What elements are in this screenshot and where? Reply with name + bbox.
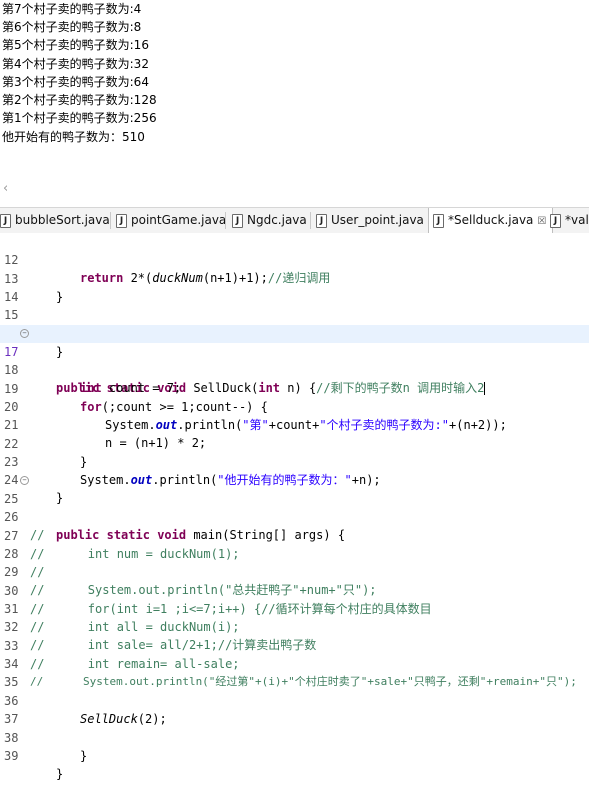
code-line: 36 SellDuck(2); [4,694,167,726]
console-line: 他开始有的鸭子数为：510 [2,130,145,144]
code-line: 13 } [4,272,64,304]
code-line: 21 n = (n+1) * 2; [4,418,207,450]
code-line: 24 } [4,473,64,505]
java-file-icon: J [232,213,243,228]
code-line: 25 − public static void main(String[] ar… [4,476,346,542]
close-tab-icon[interactable]: ☒ [537,216,546,227]
console-output: 第7个村子卖的鸭子数为:4 第6个村子卖的鸭子数为:8 第5个村子卖的鸭子数为:… [0,0,589,148]
code-line: 15 [0,288,589,322]
code-line: 32 // int sale= all/2+1;//计算卖出鸭子数 [4,620,317,652]
editor-tab-bar: JbubbleSort.java JpointGame.java J Ngdc.j… [0,207,589,234]
java-file-icon: J [316,213,327,228]
code-line: 12 return 2*(duckNum(n+1)+1);//递归调用 [4,253,331,285]
tab-ngdc[interactable]: J Ngdc.java [232,208,307,233]
tab-label: bubbleSort.java [15,213,110,227]
code-line-current: 17 − public static void SellDuck(int n) … [0,325,589,395]
console-line: 第5个村子卖的鸭子数为:16 [2,38,149,52]
console-line: 第2个村子卖的鸭子数为:128 [2,93,157,107]
tab-divider [310,212,311,229]
code-line: 14 [0,270,589,304]
code-line: 19 for(;count >= 1;count--) { [4,382,268,414]
code-line: 35 [0,655,589,689]
line-number: 39 [4,749,19,763]
code-line: 29 // System.out.println("总共赶鸭子"+num+"只"… [4,565,377,597]
fold-toggle-icon[interactable]: − [20,476,29,485]
java-file-icon: J [116,213,127,228]
tab-valley[interactable]: J *valle [550,208,589,233]
tab-label: pointGame.java [131,213,227,227]
code-line: 38 } [4,731,88,763]
code-line: 27 // int num = duckNum(1); [4,529,240,561]
code-line: 33 // int remain= all-sale; [4,639,240,671]
java-file-icon: J [550,213,561,228]
code-line: 26 // [4,510,45,542]
java-file-icon: J [0,213,11,228]
code-line: 22 } [4,437,88,469]
console-line: 第3个村子卖的鸭子数为:64 [2,75,149,89]
code-editor[interactable]: 12 return 2*(duckNum(n+1)+1);//递归调用 13 }… [0,233,589,781]
console-blank-area [0,148,589,206]
code-line: 20 System.out.println("第"+count+"个村子卖的鸭子… [4,400,507,432]
code-line: 16 } [0,307,589,359]
tab-label: User_point.java [331,213,424,227]
console-line: 第1个村子卖的鸭子数为:256 [2,111,157,125]
code-line: 23 System.out.println("他开始有的鸭子数为："+n); [4,455,381,487]
tab-label: Ngdc.java [247,213,307,227]
code-line: 18 int count = 7; [4,363,182,395]
tab-label: *Sellduck.java [448,213,534,227]
code-line: 37 [0,692,589,726]
java-file-icon: J [433,213,444,228]
console-line: 第7个村子卖的鸭子数为:4 [2,2,142,16]
fold-toggle-icon[interactable]: − [20,329,29,338]
code-line: 30 // for(int i=1 ;i<=7;i++) {//循环计算每个村庄… [4,584,432,616]
code-line: 34 // System.out.println("经过第"+(i)+"个村庄时… [4,657,577,688]
tab-label: *valle [565,213,589,227]
tab-divider [225,212,226,229]
code-line: 39 } [4,749,64,781]
tab-user-point[interactable]: J User_point.java [316,208,424,233]
tab-sellduck-active[interactable]: J *Sellduck.java ☒ [428,208,554,234]
tab-divider [110,212,111,229]
code-line: 31 // int all = duckNum(i); [4,602,240,634]
tab-bubblesort[interactable]: JbubbleSort.java [0,208,110,233]
code-line: 28 // [4,547,45,579]
console-line: 第4个村子卖的鸭子数为:32 [2,57,149,71]
scroll-left-icon[interactable]: ‹ [3,182,8,196]
console-line: 第6个村子卖的鸭子数为:8 [2,20,142,34]
tab-pointgame[interactable]: JpointGame.java [116,208,226,233]
